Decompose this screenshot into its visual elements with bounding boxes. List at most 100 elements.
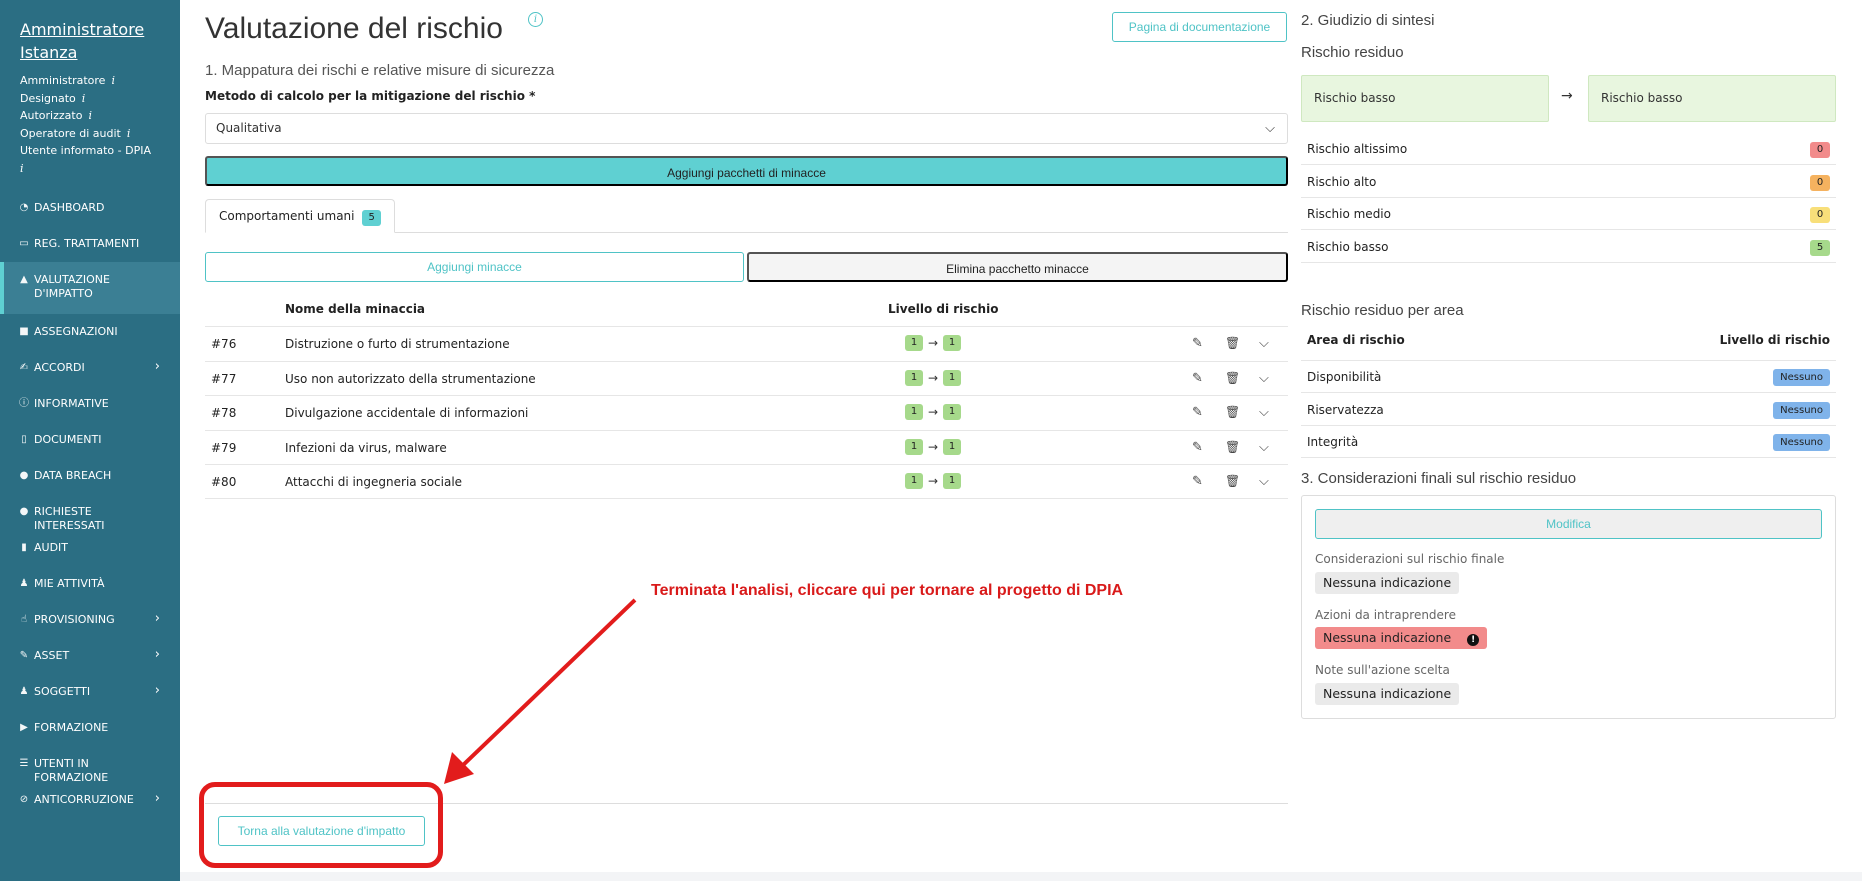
sidebar-item-label: ACCORDI xyxy=(34,361,85,374)
field-label: Considerazioni sul rischio finale xyxy=(1315,552,1505,566)
sidebar-item-reg-trattamenti[interactable]: ▭ REG. TRATTAMENTI xyxy=(0,226,180,262)
area-label: Integrità xyxy=(1307,435,1359,449)
sidebar-item-accordi[interactable]: ✍ ACCORDI › xyxy=(0,350,180,386)
pencil-icon[interactable]: ✎ xyxy=(1192,371,1203,386)
chevron-down-icon[interactable]: ⌵ xyxy=(1259,440,1269,455)
edit-button[interactable]: Modifica xyxy=(1315,509,1822,539)
ban-icon: ⊘ xyxy=(19,794,29,805)
role-item: Utente informato - DPIA xyxy=(20,142,160,160)
sidebar-item-assegnazioni[interactable]: ■ ASSEGNAZIONI xyxy=(0,314,180,350)
area-row: Riservatezza Nessuno xyxy=(1301,394,1836,426)
risk-level-label: Rischio alto xyxy=(1307,174,1377,189)
pencil-icon[interactable]: ✎ xyxy=(1192,440,1203,455)
table-row: #78 Divulgazione accidentale di informazi… xyxy=(205,395,1288,430)
pencil-icon[interactable]: ✎ xyxy=(1192,474,1203,489)
role-label: Designato xyxy=(20,91,76,105)
risk-count: 0 xyxy=(1810,174,1830,191)
risk-level-from: 1 xyxy=(905,404,923,420)
chevron-down-icon[interactable]: ⌵ xyxy=(1259,474,1269,489)
trash-icon[interactable]: 🗑 xyxy=(1225,336,1240,350)
sidebar-item-documenti[interactable]: ▯ DOCUMENTI xyxy=(0,422,180,458)
add-threat-packages-button[interactable]: Aggiungi pacchetti di minacce xyxy=(205,156,1288,186)
column-header-name: Nome della minaccia xyxy=(285,302,426,316)
trash-icon[interactable]: 🗑 xyxy=(1225,474,1240,488)
sidebar-item-dashboard[interactable]: ◔ DASHBOARD xyxy=(0,190,180,226)
sidebar-item-formazione[interactable]: ▶ FORMAZIONE xyxy=(0,710,180,746)
trash-icon[interactable]: 🗑 xyxy=(1225,405,1240,419)
arrow-right-icon: → xyxy=(928,439,939,454)
role-label: Operatore di audit xyxy=(20,126,121,140)
sidebar-item-label: DASHBOARD xyxy=(34,201,105,214)
info-icon[interactable]: i xyxy=(88,109,92,122)
sidebar-item-provisioning[interactable]: ☝ PROVISIONING › xyxy=(0,602,180,638)
role-item: Amministratore i xyxy=(20,72,160,90)
area-row: Integrità Nessuno xyxy=(1301,426,1836,458)
arrow-right-icon: → xyxy=(928,405,939,419)
sidebar-item-valutazione-d-impatto[interactable]: ▲ VALUTAZIONE D'IMPATTO xyxy=(0,262,180,314)
user-name-link[interactable]: Amministratore Istanza xyxy=(20,18,160,64)
info-icon[interactable]: i xyxy=(528,12,543,27)
chevron-right-icon: › xyxy=(154,359,160,374)
sidebar-item-richieste-interessati[interactable]: ● RICHIESTE INTERESSATI xyxy=(0,494,180,532)
area-label: Disponibilità xyxy=(1307,370,1382,384)
area-row: Disponibilità Nessuno xyxy=(1301,361,1836,393)
user-icon: ♟ xyxy=(19,578,29,589)
field-value: Nessuna indicazione xyxy=(1315,683,1460,705)
info-icon[interactable]: i xyxy=(82,92,86,105)
sidebar: Amministratore Istanza Amministratore i D… xyxy=(0,0,180,881)
documentation-button[interactable]: Pagina di documentazione xyxy=(1112,12,1287,42)
column-header-level: Livello di rischio xyxy=(888,302,999,316)
method-label: Metodo di calcolo per la mitigazione del… xyxy=(205,89,536,103)
sidebar-item-audit[interactable]: ▮ AUDIT xyxy=(0,530,180,566)
chevron-down-icon[interactable]: ⌵ xyxy=(1259,371,1269,386)
info-icon[interactable]: i xyxy=(127,127,131,140)
info-icon[interactable]: i xyxy=(111,74,115,87)
count-badge: 0 xyxy=(1810,142,1830,158)
annotation-text: Terminata l'analisi, cliccare qui per to… xyxy=(651,582,1124,599)
chevron-right-icon: › xyxy=(154,683,160,698)
tab-comportamenti-umani[interactable]: Comportamenti umani 5 xyxy=(205,199,395,233)
sidebar-item-asset[interactable]: ✎ ASSET › xyxy=(0,638,180,674)
chevron-down-icon[interactable]: ⌵ xyxy=(1259,405,1269,420)
column-header-area: Area di rischio xyxy=(1307,333,1405,347)
risk-count: 5 xyxy=(1810,239,1830,256)
chevron-right-icon: › xyxy=(154,647,160,662)
sidebar-item-label: ANTICORRUZIONE xyxy=(34,793,134,806)
method-select[interactable]: Qualitativa ⌵ xyxy=(205,113,1288,144)
role-item: Designato i xyxy=(20,90,160,108)
threat-id: #77 xyxy=(211,371,237,386)
breach-icon: ● xyxy=(19,470,29,481)
book-icon: ▭ xyxy=(19,238,29,249)
chevron-down-icon[interactable]: ⌵ xyxy=(1259,336,1269,351)
list-icon: ☰ xyxy=(19,758,29,769)
risk-level-row: Rischio basso 5 xyxy=(1301,231,1836,263)
trash-icon[interactable]: 🗑 xyxy=(1225,440,1240,454)
role-label: Amministratore xyxy=(20,74,106,87)
risk-count: 0 xyxy=(1810,206,1830,223)
delete-package-button[interactable]: Elimina pacchetto minacce xyxy=(747,252,1288,282)
sidebar-item-label: RICHIESTE INTERESSATI xyxy=(34,505,105,532)
role-item: Autorizzato i xyxy=(20,107,160,125)
column-header-level: Livello di rischio xyxy=(1719,333,1830,347)
trash-icon[interactable]: 🗑 xyxy=(1225,371,1240,385)
sidebar-item-data-breach[interactable]: ● DATA BREACH xyxy=(0,458,180,494)
sidebar-item-label: DATA BREACH xyxy=(34,469,112,482)
sidebar-item-soggetti[interactable]: ♟ SOGGETTI › xyxy=(0,674,180,710)
sidebar-item-anticorruzione[interactable]: ⊘ ANTICORRUZIONE › xyxy=(0,782,180,818)
add-threats-button[interactable]: Aggiungi minacce xyxy=(205,252,744,282)
sidebar-item-utenti-in-formazione[interactable]: ☰ UTENTI IN FORMAZIONE xyxy=(0,746,180,784)
area-level-badge: Nessuno xyxy=(1773,434,1830,451)
threat-name: Distruzione o furto di strumentazione xyxy=(285,337,510,351)
sidebar-item-informative[interactable]: ⓘ INFORMATIVE xyxy=(0,386,180,422)
clipboard-icon: ■ xyxy=(19,326,29,337)
area-label: Riservatezza xyxy=(1307,402,1384,417)
info-icon[interactable]: i xyxy=(20,162,24,175)
table-bottom-border xyxy=(205,498,1288,499)
pencil-icon[interactable]: ✎ xyxy=(1192,336,1203,351)
question-icon: ● xyxy=(19,506,29,517)
pencil-icon[interactable]: ✎ xyxy=(1192,405,1203,420)
risk-level-label: Rischio medio xyxy=(1307,207,1391,221)
sidebar-item-mie-attivit-[interactable]: ♟ MIE ATTIVITÀ xyxy=(0,566,180,602)
sidebar-item-label: FORMAZIONE xyxy=(34,721,109,734)
sidebar-item-label: REG. TRATTAMENTI xyxy=(34,237,140,250)
